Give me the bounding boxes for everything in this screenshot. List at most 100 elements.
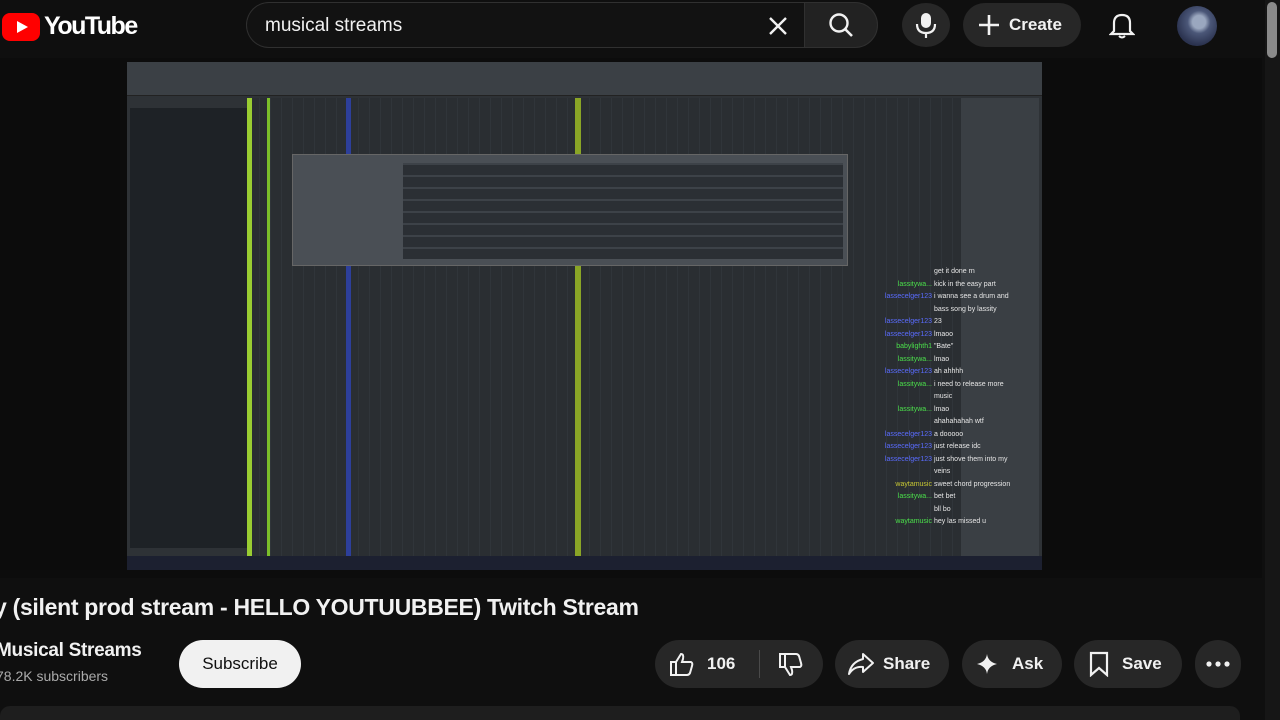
like-count: 106 [707,654,736,673]
subscribe-button[interactable]: Subscribe [179,640,301,688]
chat-message: lassecelger123 ah ahhhh [866,366,1046,379]
chat-text: lmao [932,405,950,413]
close-icon [769,17,787,35]
daw-track-marker [247,98,252,558]
chat-message: lassecelger123 just release idc [866,441,1046,454]
chat-text: ahahahahah wtf [932,418,984,425]
chat-message: get it done rn [866,266,1046,279]
description-box-edge [0,706,1240,720]
chat-message: bll bo [866,504,1046,517]
save-label: Save [1122,654,1162,673]
chat-username: lassecelger123 [884,443,932,450]
chat-username: waytamusic [895,480,932,488]
chat-message: music [866,391,1046,404]
chat-message: ahahahahah wtf [866,416,1046,429]
stream-chat-overlay: get it done rn lassitywa... kick in the e… [866,266,1046,529]
share-button[interactable]: Share [835,640,949,688]
daw-browser-panel [130,108,248,548]
microphone-icon [915,13,937,38]
chat-text: ah ahhhh [932,368,964,375]
search-button[interactable] [804,2,878,48]
thumbs-down-icon [779,653,803,677]
chat-text: hey las missed u [932,518,987,525]
more-actions-button[interactable] [1195,640,1241,688]
notifications-button[interactable] [1100,5,1144,45]
chat-message: veins [866,466,1046,479]
ask-button[interactable]: Ask [962,640,1062,688]
chat-username: lassecelger123 [884,330,932,338]
chat-message: lassecelger123 lmaoo [866,329,1046,342]
search-query[interactable]: musical streams [265,15,402,37]
chat-message: waytamusic sweet chord progression [866,479,1046,492]
ask-label: Ask [1012,654,1044,673]
video-title: y (silent prod stream - HELLO YOUTUUBBEE… [0,594,639,620]
chat-text: i wanna see a drum and [932,293,1009,300]
chat-username: lassecelger123 [884,368,932,375]
chat-text: just release idc [932,443,981,450]
channel-name[interactable]: Musical Streams [0,640,142,662]
more-horizontal-icon [1206,661,1230,667]
chat-text: i need to release more [932,380,1004,388]
search-icon [829,13,853,37]
chat-username: lassitywa... [897,280,932,288]
chat-username: lassecelger123 [884,293,932,300]
chat-username: lassitywa... [897,355,932,363]
top-bar: YouTube musical streams Create [0,0,1280,56]
chat-text: veins [932,468,951,475]
chat-text: lmao [932,355,950,363]
chat-text: "Bate" [932,343,954,350]
bookmark-icon [1089,651,1109,677]
chat-message: lassitywa... bet bet [866,491,1046,504]
chat-text: music [932,393,953,400]
youtube-logo[interactable]: YouTube [2,12,138,41]
chat-username: lassecelger123 [884,430,932,438]
share-label: Share [883,654,931,673]
logo-text: YouTube [44,12,138,40]
bell-icon [1109,13,1135,39]
like-dislike-group: 106 [655,640,823,688]
chat-message: bass song by lassity [866,304,1046,317]
chat-message: lassecelger123 23 [866,316,1046,329]
chat-message: lassitywa... i need to release more [866,379,1046,392]
chat-text: sweet chord progression [932,480,1011,488]
chat-message: waytamusic hey las missed u [866,516,1046,529]
chat-text: a dooooo [932,430,964,438]
share-arrow-icon [848,653,874,675]
daw-taskbar [127,556,1042,570]
chat-text: bass song by lassity [932,305,997,313]
subscriber-count: 78.2K subscribers [0,668,109,684]
chat-username: lassitywa... [897,405,932,413]
chat-text: just shove them into my [932,455,1008,463]
account-avatar[interactable] [1177,6,1217,46]
chat-username: lassecelger123 [884,318,932,325]
page-scrollbar[interactable] [1265,0,1280,720]
daw-toolbar [127,62,1042,96]
chat-username: lassitywa... [897,493,932,500]
like-button[interactable]: 106 [655,640,759,688]
chat-text: lmaoo [932,330,954,338]
save-button[interactable]: Save [1074,640,1182,688]
chat-text: kick in the easy part [932,280,996,288]
daw-channel-rack [292,154,848,266]
scrollbar-thumb[interactable] [1267,2,1277,58]
video-player[interactable]: get it done rn lassitywa... kick in the e… [0,58,1262,578]
create-button[interactable]: Create [963,3,1081,47]
dislike-button[interactable] [760,640,822,688]
daw-step-grid [403,163,843,259]
sparkle-icon [977,654,997,674]
chat-text: 23 [932,318,942,325]
chat-message: lassecelger123 i wanna see a drum and [866,291,1046,304]
search-input[interactable]: musical streams [246,2,804,48]
thumbs-up-icon [670,652,694,676]
chat-message: babylighth1 "Bate" [866,341,1046,354]
chat-username: waytamusic [895,518,932,525]
voice-search-button[interactable] [902,3,950,47]
chat-username: lassitywa... [897,380,932,388]
chat-text: get it done rn [932,268,975,275]
chat-message: lassitywa... kick in the easy part [866,279,1046,292]
chat-username: babylighth1 [896,343,932,350]
clear-search-button[interactable] [760,10,796,42]
create-label: Create [1009,15,1062,34]
chat-text: bet bet [932,493,956,500]
youtube-play-icon [2,12,40,41]
